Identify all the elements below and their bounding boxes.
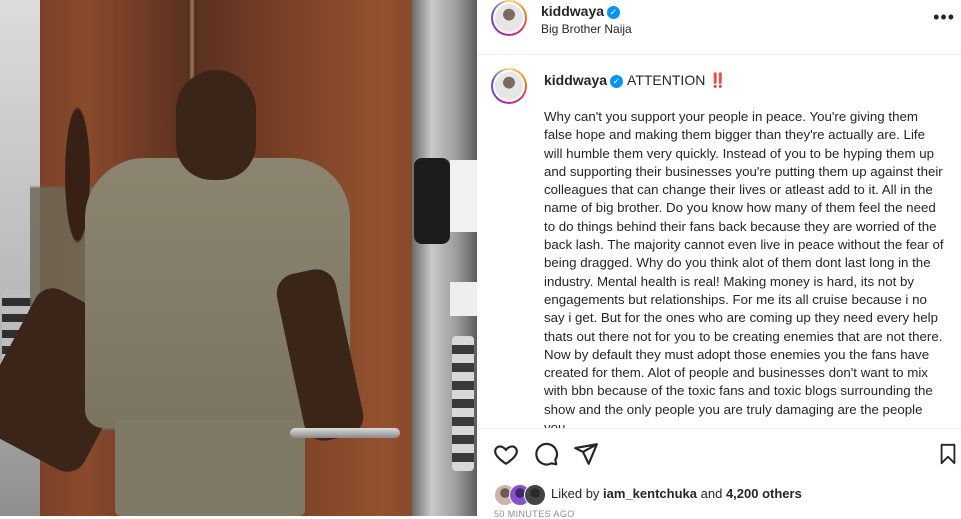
author-subtitle[interactable]: Big Brother Naija xyxy=(541,22,632,36)
author-name-row: kiddwaya ✓ xyxy=(541,3,621,21)
post-header: kiddwaya ✓ Big Brother Naija ••• xyxy=(477,0,961,55)
more-options-icon[interactable]: ••• xyxy=(933,8,955,26)
liker-avatar xyxy=(524,484,546,506)
likes-row: Liked by iam_kentchuka and 4,200 others xyxy=(477,480,961,510)
elevator-notice xyxy=(450,160,477,232)
elevator-handrail xyxy=(290,428,400,438)
bookmark-icon[interactable] xyxy=(937,441,959,467)
likes-summary: Liked by iam_kentchuka and 4,200 others xyxy=(551,486,802,501)
verified-badge-icon: ✓ xyxy=(610,75,624,88)
author-avatar[interactable] xyxy=(491,0,527,36)
verified-badge-icon: ✓ xyxy=(607,6,621,19)
post-photo[interactable] xyxy=(0,0,477,516)
heart-icon[interactable] xyxy=(493,441,519,467)
liker-username[interactable]: iam_kentchuka xyxy=(603,486,697,501)
share-icon[interactable] xyxy=(573,441,599,467)
avatar-image xyxy=(495,72,523,100)
likes-prefix: Liked by xyxy=(551,486,600,501)
caption-section: kiddwaya ✓ ATTENTION ‼️ Why can't you supp… xyxy=(477,54,961,428)
liker-avatars[interactable] xyxy=(494,484,548,506)
elevator-buttons xyxy=(452,336,474,471)
person-legs xyxy=(115,420,305,516)
post-timestamp[interactable]: 50 MINUTES AGO xyxy=(494,509,575,519)
likes-count[interactable]: 4,200 others xyxy=(726,486,802,501)
caption-header: kiddwaya ✓ ATTENTION ‼️ xyxy=(544,72,727,89)
post-actions-bar xyxy=(477,428,961,481)
comment-icon[interactable] xyxy=(533,441,559,467)
likes-and: and xyxy=(700,486,723,501)
caption-author-avatar[interactable] xyxy=(491,68,527,104)
person-head xyxy=(176,70,256,180)
elevator-sticker xyxy=(450,282,477,316)
author-username[interactable]: kiddwaya xyxy=(541,3,604,19)
elevator-phone xyxy=(414,158,450,244)
caption-title: ATTENTION ‼️ xyxy=(627,72,727,88)
avatar-image xyxy=(495,4,523,32)
caption-text: Why can't you support your people in pea… xyxy=(544,109,948,428)
post-details-panel: kiddwaya ✓ Big Brother Naija ••• kiddwaya… xyxy=(477,0,961,519)
caption-username[interactable]: kiddwaya xyxy=(544,72,607,88)
